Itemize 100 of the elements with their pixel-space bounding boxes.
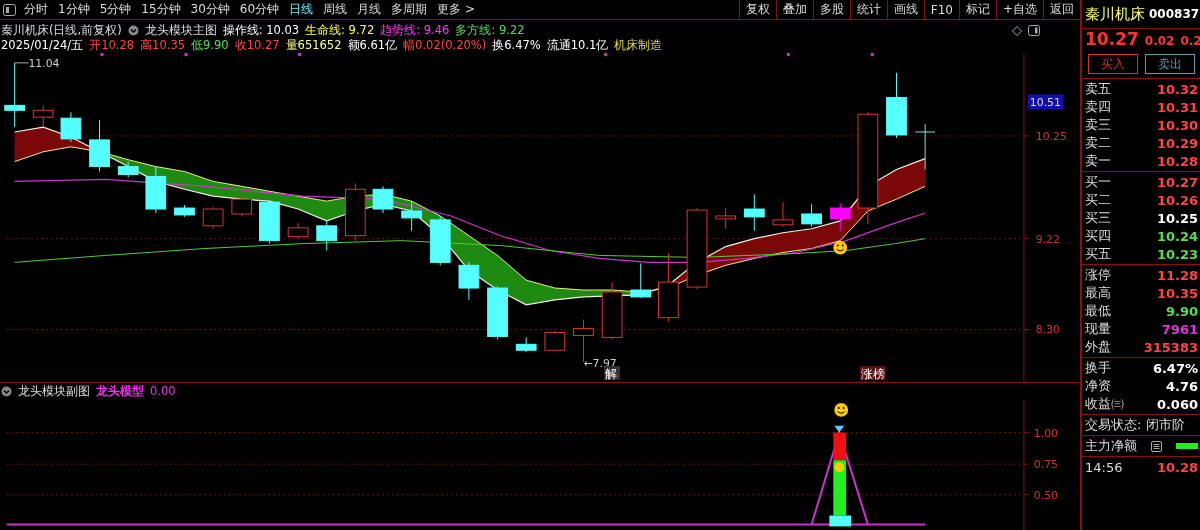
- quote-field: 收10.27: [234, 38, 280, 53]
- indicator-value: 0.00: [150, 384, 176, 399]
- period-tab[interactable]: 多周期: [386, 1, 433, 18]
- quote-value: 4.76: [1165, 378, 1198, 394]
- sell-button[interactable]: 卖出: [1144, 54, 1195, 74]
- list-icon[interactable]: [1151, 440, 1162, 452]
- trade-time: 14:56: [1085, 459, 1123, 475]
- axis-label: 9.22: [1035, 232, 1060, 246]
- panel-toggle-icon[interactable]: [3, 3, 16, 16]
- panel-toggle-icon[interactable]: [1028, 25, 1040, 36]
- quote-label: 外盘: [1085, 338, 1111, 356]
- quote-value: 10.32: [1156, 81, 1198, 97]
- period-tab[interactable]: 30分钟: [185, 1, 235, 18]
- quote-value: 10.27: [1156, 174, 1198, 190]
- axis-label: 1.00: [1033, 426, 1058, 440]
- price-change: 0.02: [1144, 34, 1175, 48]
- candlestick: [515, 336, 537, 353]
- candlestick: [202, 206, 224, 230]
- percent-change: 0.2: [1180, 34, 1200, 48]
- period-tab[interactable]: 5分钟: [94, 1, 137, 18]
- quote-label: 卖二: [1085, 134, 1111, 152]
- diamond-icon[interactable]: [1012, 25, 1022, 36]
- quote-label: 卖五: [1085, 80, 1111, 98]
- signal-tag: 解: [604, 366, 620, 381]
- period-tab[interactable]: 更多 >: [432, 1, 480, 18]
- quote-value: 10.30: [1156, 117, 1198, 133]
- quote-label: 现量: [1085, 320, 1111, 338]
- candlestick: [886, 72, 907, 139]
- quote-label: 买二: [1085, 191, 1111, 209]
- quote-label: 买三: [1085, 209, 1111, 227]
- period-tab[interactable]: 15分钟: [136, 1, 186, 18]
- candlestick: [4, 62, 25, 128]
- candlestick: [487, 285, 508, 340]
- quote-field: 量651652: [285, 38, 342, 53]
- quote-value: 315383: [1143, 339, 1198, 355]
- quote-value: 10.23: [1156, 246, 1198, 262]
- candlestick: [630, 262, 652, 299]
- period-tab[interactable]: 60分钟: [234, 1, 285, 18]
- candlestick: [117, 161, 139, 178]
- candlestick: [601, 281, 623, 340]
- period-tab[interactable]: 分时: [19, 1, 53, 18]
- flow-bar: [1176, 443, 1198, 449]
- quote-field: 换6.47%: [492, 38, 541, 53]
- current-price-tag: 10.51: [1027, 94, 1064, 110]
- candlestick: [544, 330, 566, 352]
- trading-status: 交易状态: 闭市阶: [1085, 416, 1185, 434]
- smiley-icon: [833, 240, 848, 255]
- chevron-down-icon[interactable]: [1, 385, 12, 397]
- quote-label: 涨停: [1085, 266, 1111, 284]
- candlestick: [60, 111, 82, 143]
- leader-line: [14, 62, 29, 64]
- quote-label: 最高: [1085, 284, 1111, 302]
- quote-label: 净资: [1085, 377, 1111, 395]
- quote-field: 幅0.02(0.20%): [403, 38, 487, 53]
- quote-value: 11.28: [1156, 267, 1198, 283]
- chart-title: 秦川机床(日线,前复权): [1, 23, 122, 38]
- quote-field: 开10.28: [89, 38, 135, 53]
- trade-price: 10.28: [1156, 459, 1198, 475]
- candlestick: [259, 199, 280, 245]
- candlestick: [429, 215, 451, 266]
- quote-value: 10.24: [1156, 228, 1198, 244]
- axis-label: 0.75: [1033, 457, 1058, 471]
- indicator-name: 龙头模块主图: [144, 23, 217, 38]
- buy-button[interactable]: 买入: [1088, 54, 1139, 74]
- quote-label: 买四: [1085, 227, 1111, 245]
- indicator-value: 生命线: 9.72: [305, 23, 375, 38]
- candlestick: [829, 202, 851, 232]
- quote-field: 机床制造: [614, 38, 663, 53]
- quote-label: 买五: [1085, 245, 1111, 263]
- quote-value: 10.25: [1156, 210, 1198, 226]
- candlestick: [344, 182, 366, 242]
- quote-label: 卖四: [1085, 98, 1111, 116]
- quote-value: 10.26: [1156, 192, 1198, 208]
- price-label: 11.04: [28, 56, 60, 70]
- period-tab[interactable]: 日线: [284, 1, 319, 18]
- quote-label: 换手: [1085, 359, 1111, 377]
- quote-field: 高10.35: [140, 38, 186, 53]
- period-tab[interactable]: 周线: [318, 1, 353, 18]
- stock-name: 秦川机床: [1085, 4, 1145, 24]
- quote-value: 10.31: [1156, 99, 1198, 115]
- axis-label: 0.50: [1033, 488, 1058, 502]
- indicator-value: 趋势线: 9.46: [380, 23, 450, 38]
- quote-field: 2025/01/24/五: [1, 38, 84, 53]
- candlestick: [658, 253, 679, 323]
- period-tab[interactable]: 1分钟: [53, 1, 95, 18]
- candlestick: [32, 104, 54, 128]
- quote-label: 买一: [1085, 173, 1111, 191]
- candlestick: [401, 200, 422, 232]
- quote-label: 卖一: [1085, 152, 1111, 170]
- quote-value: 10.29: [1156, 135, 1198, 151]
- quote-label: 卖三: [1085, 116, 1111, 134]
- candlestick: [316, 220, 338, 251]
- candlestick: [372, 185, 394, 214]
- candlestick: [914, 123, 936, 171]
- candlestick: [145, 166, 167, 214]
- candlestick: [715, 207, 737, 230]
- quote-value: 10.28: [1156, 153, 1198, 169]
- period-tab[interactable]: 月线: [352, 1, 387, 18]
- chevron-down-icon[interactable]: [127, 25, 139, 36]
- candlestick: [743, 193, 765, 232]
